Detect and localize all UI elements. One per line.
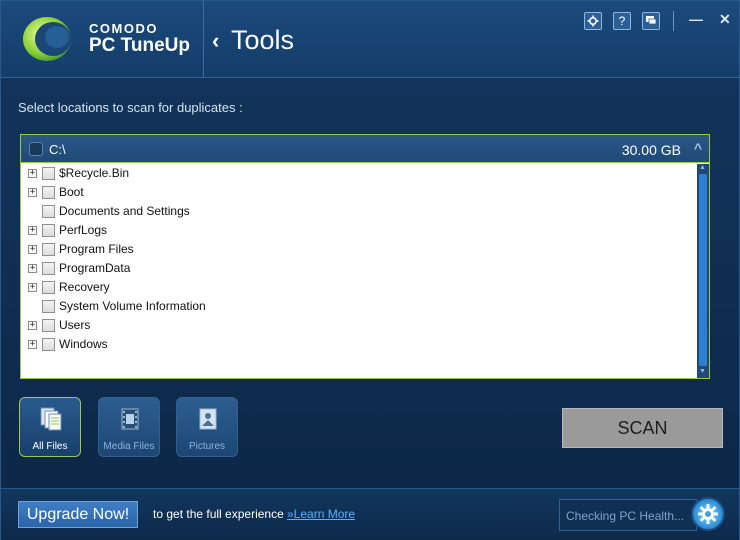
- product-name: PC TuneUp: [89, 35, 190, 56]
- drive-header[interactable]: C:\ 30.00 GB ^: [21, 135, 709, 163]
- tree-row[interactable]: + PerfLogs: [21, 221, 709, 240]
- feedback-button[interactable]: [642, 12, 660, 30]
- brand-name: COMODO: [89, 21, 158, 36]
- drive-checkbox[interactable]: [29, 142, 43, 156]
- logo-area: COMODO PC TuneUp: [1, 1, 204, 78]
- folder-checkbox[interactable]: [42, 281, 55, 294]
- app-window: COMODO PC TuneUp ‹ Tools ? — ✕ Select lo…: [0, 0, 740, 540]
- help-button[interactable]: ?: [613, 12, 631, 30]
- tree-row[interactable]: + Boot: [21, 183, 709, 202]
- folder-checkbox[interactable]: [42, 205, 55, 218]
- expand-plus-icon[interactable]: +: [28, 169, 37, 178]
- gear-icon: [587, 15, 599, 27]
- location-tree-panel: C:\ 30.00 GB ^ + $Recycle.Bin + Boot Doc…: [20, 134, 710, 379]
- expand-plus-icon[interactable]: +: [28, 188, 37, 197]
- drive-label: C:\: [49, 142, 66, 157]
- file-type-label: Pictures: [188, 441, 226, 452]
- gear-icon: [698, 504, 718, 524]
- media-files-button[interactable]: Media Files: [98, 397, 160, 457]
- picture-icon: [199, 408, 217, 430]
- all-files-button[interactable]: All Files: [19, 397, 81, 457]
- tree-row[interactable]: + Windows: [21, 335, 709, 354]
- file-type-label: Media Files: [103, 441, 155, 452]
- chat-icon: [646, 16, 657, 25]
- folder-label: Boot: [59, 185, 84, 199]
- folder-label: Program Files: [59, 242, 134, 256]
- scroll-down-icon[interactable]: ▼: [699, 368, 706, 375]
- scan-button[interactable]: SCAN: [562, 408, 723, 448]
- expand-plus-icon[interactable]: +: [28, 264, 37, 273]
- upgrade-message: to get the full experience: [153, 507, 284, 521]
- tree-row[interactable]: Documents and Settings: [21, 202, 709, 221]
- folder-checkbox[interactable]: [42, 262, 55, 275]
- minimize-button[interactable]: —: [689, 11, 703, 27]
- upgrade-button[interactable]: Upgrade Now!: [18, 501, 138, 528]
- close-button[interactable]: ✕: [719, 11, 731, 28]
- tree-row[interactable]: + ProgramData: [21, 259, 709, 278]
- film-icon: [121, 408, 139, 430]
- folder-label: Users: [59, 318, 91, 332]
- tree-row[interactable]: System Volume Information: [21, 297, 709, 316]
- vertical-scrollbar[interactable]: ▲ ▼: [697, 164, 709, 378]
- header: COMODO PC TuneUp ‹ Tools ? — ✕: [1, 1, 739, 78]
- tree-row[interactable]: + Users: [21, 316, 709, 335]
- folder-checkbox[interactable]: [42, 243, 55, 256]
- folder-checkbox[interactable]: [42, 300, 55, 313]
- health-status: Checking PC Health...: [559, 499, 697, 531]
- page-title[interactable]: Tools: [231, 25, 294, 56]
- folder-label: Documents and Settings: [59, 204, 190, 218]
- folder-label: PerfLogs: [59, 223, 108, 237]
- tree-row[interactable]: + Recovery: [21, 278, 709, 297]
- folder-checkbox[interactable]: [42, 167, 55, 180]
- comodo-logo-icon: [23, 17, 71, 61]
- scroll-thumb[interactable]: [699, 174, 707, 366]
- folder-label: ProgramData: [59, 261, 131, 275]
- health-check-button[interactable]: [691, 497, 725, 531]
- expand-plus-icon[interactable]: +: [28, 340, 37, 349]
- expand-plus-icon[interactable]: +: [28, 321, 37, 330]
- header-divider: [673, 11, 674, 31]
- tree-row[interactable]: + $Recycle.Bin: [21, 164, 709, 183]
- settings-button[interactable]: [584, 12, 602, 30]
- pictures-button[interactable]: Pictures: [176, 397, 238, 457]
- folder-label: Recovery: [59, 280, 110, 294]
- help-icon: ?: [618, 14, 626, 28]
- folder-checkbox[interactable]: [42, 186, 55, 199]
- back-chevron-icon[interactable]: ‹: [212, 28, 219, 54]
- folder-checkbox[interactable]: [42, 319, 55, 332]
- folder-label: $Recycle.Bin: [59, 166, 130, 180]
- expand-plus-icon[interactable]: +: [28, 283, 37, 292]
- learn-more-link[interactable]: »Learn More: [287, 507, 355, 521]
- tree-row[interactable]: + Program Files: [21, 240, 709, 259]
- scroll-up-icon[interactable]: ▲: [699, 164, 706, 171]
- file-type-label: All Files: [32, 441, 68, 452]
- documents-icon: [40, 407, 62, 431]
- expand-plus-icon[interactable]: +: [28, 245, 37, 254]
- drive-size: 30.00 GB: [621, 142, 681, 158]
- footer: Upgrade Now! to get the full experience …: [1, 488, 739, 540]
- expand-plus-icon[interactable]: +: [28, 226, 37, 235]
- folder-checkbox[interactable]: [42, 338, 55, 351]
- folder-checkbox[interactable]: [42, 224, 55, 237]
- folder-tree: + $Recycle.Bin + Boot Documents and Sett…: [21, 164, 709, 354]
- folder-label: Windows: [59, 337, 108, 351]
- collapse-chevron-icon[interactable]: ^: [694, 140, 702, 156]
- folder-label: System Volume Information: [59, 299, 206, 313]
- scan-instruction: Select locations to scan for duplicates …: [18, 100, 243, 115]
- health-status-text: Checking PC Health...: [566, 509, 685, 523]
